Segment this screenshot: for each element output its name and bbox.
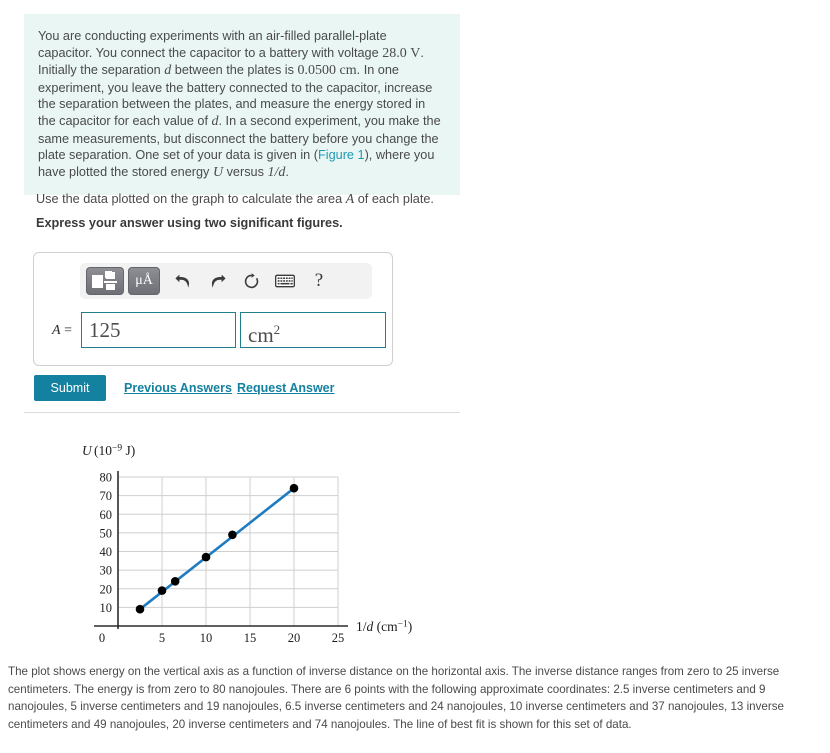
answer-units-base: cm [248,323,274,347]
data-point-2 [157,586,167,595]
reset-button[interactable] [236,267,266,295]
answer-units-input[interactable]: cm2 [240,312,386,348]
question-prompt-part-b: of each plate. [354,192,434,206]
voltage-unit: V [410,45,421,61]
keyboard-button[interactable] [270,267,300,295]
figure-1-chart: 80 70 60 50 40 30 20 10 0 5 10 15 20 25 [60,438,420,653]
voltage-value: 28.0 [382,45,407,61]
y-tick-80: 80 [100,471,113,485]
math-template-icon [92,271,118,291]
chart-alt-description: The plot shows energy on the vertical ax… [8,665,784,731]
variable-d-second: d [211,113,219,129]
y-tick-40: 40 [100,545,113,559]
y-axis-label: U (10−9 J) [82,443,135,458]
chart-svg: 80 70 60 50 40 30 20 10 0 5 10 15 20 25 [82,443,412,645]
variable-A: A [345,192,355,207]
variable-inverse-d: 1/d [267,164,286,180]
x-axis-label: 1/d (cm−1) [356,619,412,634]
problem-page: You are conducting experiments with an a… [0,0,830,753]
undo-icon [174,274,189,288]
help-button[interactable]: ? [304,267,334,295]
y-tick-30: 30 [100,564,113,578]
separation-value: 0.0500 [297,63,337,79]
variable-U: U [212,164,224,180]
separation-unit: cm [339,63,357,79]
y-axis-label-units: (10−9 J) [94,443,135,458]
x-tick-10: 10 [200,631,213,645]
previous-answers-link[interactable]: Previous Answers [124,381,232,395]
answer-equals-sign: = [60,323,72,338]
y-tick-10: 10 [100,601,113,615]
chart-gridlines [118,476,339,626]
data-point-6 [289,483,299,493]
x-tick-5: 5 [159,631,165,645]
units-button-label: μÅ [135,273,153,288]
x-tick-25: 25 [332,631,345,645]
x-tick-15: 15 [244,631,257,645]
answer-input[interactable]: 125 [81,312,236,348]
submit-button[interactable]: Submit [34,375,106,401]
x-tick-labels: 0 5 10 15 20 25 [99,631,344,645]
answer-units-exponent: 2 [273,322,281,337]
data-point-1 [135,604,145,614]
problem-statement-text: You are conducting experiments with an a… [38,28,444,181]
section-divider [24,412,460,413]
y-tick-labels: 80 70 60 50 40 30 20 10 [100,471,113,615]
answer-panel: μÅ ? A = 125 cm2 [33,252,393,366]
reset-icon [244,272,258,288]
statement-segment-8: . [285,164,289,179]
x-tick-20: 20 [288,631,301,645]
units-button[interactable]: μÅ [128,267,160,295]
statement-segment-3: between the plates is [171,63,298,78]
redo-button[interactable] [202,267,232,295]
y-tick-60: 60 [100,508,113,522]
math-editor-toolbar: μÅ ? [80,263,372,299]
answer-variable-label: A = [52,323,72,339]
statement-segment-7: versus [223,164,268,179]
question-prompt: Use the data plotted on the graph to cal… [36,192,466,208]
keyboard-icon [275,274,295,288]
y-tick-20: 20 [100,582,113,596]
significant-figures-note: Express your answer using two significan… [36,216,343,230]
y-tick-50: 50 [100,526,113,540]
help-button-label: ? [314,270,324,291]
data-point-3 [170,577,180,586]
y-axis-label-variable: U [82,443,93,458]
request-answer-link[interactable]: Request Answer [237,381,334,395]
statement-segment-1: You are conducting experiments with an a… [38,29,387,60]
redo-icon [211,274,226,288]
x-tick-0: 0 [99,631,105,645]
figure-1-link[interactable]: Figure 1 [318,148,365,162]
x-axis-label-text: 1/d (cm−1) [356,619,412,634]
problem-statement-box: You are conducting experiments with an a… [24,14,460,196]
y-tick-70: 70 [100,489,113,503]
data-point-5 [228,530,237,540]
answer-variable-symbol: A [52,323,61,338]
data-point-4 [201,552,211,562]
undo-button[interactable] [168,267,198,295]
math-template-button[interactable] [86,267,124,295]
question-prompt-part-a: Use the data plotted on the graph to cal… [36,192,346,206]
